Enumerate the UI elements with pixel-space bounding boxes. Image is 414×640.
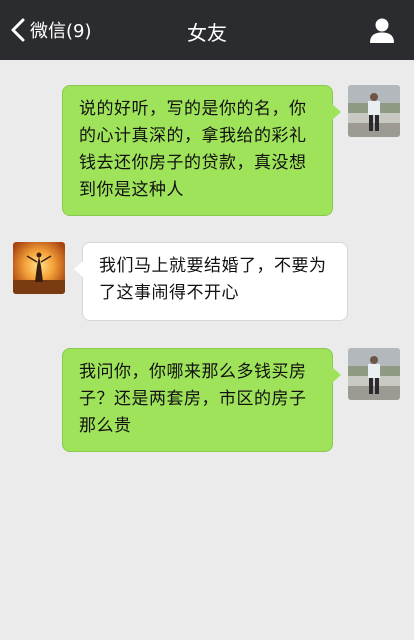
contact-avatar-image [13,242,65,294]
message-bubble-outgoing[interactable]: 说的好听，写的是你的名，你的心计真深的，拿我给的彩礼钱去还你房子的贷款，真没想到… [62,85,341,216]
chat-title: 女友 [187,21,227,45]
message-text: 我们马上就要结婚了，不要为了这事闹得不开心 [99,256,327,303]
avatar[interactable] [348,348,400,400]
bubble-tail [74,261,83,277]
user-avatar-image [348,85,400,137]
bubble-tail [332,104,341,120]
message-text: 说的好听，写的是你的名，你的心计真深的，拿我给的彩礼钱去还你房子的贷款，真没想到… [79,99,307,200]
avatar[interactable] [348,85,400,137]
person-icon[interactable] [368,16,396,44]
message-text: 我问你，你哪来那么多钱买房子？还是两套房，市区的房子那么贵 [79,362,307,436]
message-bubble-outgoing[interactable]: 我问你，你哪来那么多钱买房子？还是两套房，市区的房子那么贵 [62,348,341,452]
bubble-tail [332,367,341,383]
nav-bar: 微信(9) 女友 [0,0,414,60]
user-avatar-image [348,348,400,400]
message-bubble-incoming[interactable]: 我们马上就要结婚了，不要为了这事闹得不开心 [74,242,348,321]
avatar[interactable] [13,242,65,294]
message-list[interactable]: 说的好听，写的是你的名，你的心计真深的，拿我给的彩礼钱去还你房子的贷款，真没想到… [0,60,414,640]
